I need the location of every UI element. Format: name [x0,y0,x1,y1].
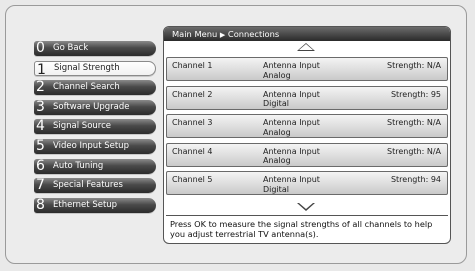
channel-strength: Strength: N/A [387,118,441,128]
breadcrumb-root: Main Menu [172,29,218,39]
channel-source: Antenna Input Digital [263,90,320,109]
channel-row[interactable]: Channel 2 Antenna Input Digital Strength… [166,85,448,110]
menu-item-signal-strength[interactable]: 1 Signal Strength [34,60,156,78]
channel-strength: Strength: 95 [390,89,441,99]
menu-item-auto-tuning[interactable]: 6 Auto Tuning [34,157,156,174]
channel-input: Antenna Input [263,146,320,156]
breadcrumb-current: Connections [227,29,280,39]
channel-type: Analog [263,70,291,80]
channel-name: Channel 4 [172,146,213,156]
channel-input: Antenna Input [263,118,320,128]
channel-row[interactable]: Channel 5 Antenna Input Digital Strength… [166,171,448,196]
menu-item-number: 4 [36,118,45,135]
channel-source: Antenna Input Analog [263,147,320,166]
menu-item-label: Video Input Setup [53,140,129,151]
channel-source: Antenna Input Digital [263,175,320,194]
menu-item-number: 7 [36,177,45,194]
channel-strength: Strength: N/A [387,146,441,156]
menu-item-number: 3 [36,98,45,115]
channel-type: Analog [263,156,291,166]
channel-input: Antenna Input [263,89,320,99]
scroll-up-icon[interactable] [297,43,315,51]
channel-list: Channel 1 Antenna Input Analog Strength:… [166,57,448,200]
tv-settings-screen: 0 Go Back 1 Signal Strength 2 Channel Se… [0,0,475,271]
channel-name: Channel 1 [172,61,213,70]
menu-item-video-input-setup[interactable]: 5 Video Input Setup [34,137,156,154]
channel-input: Antenna Input [263,175,320,185]
menu-item-number: 1 [37,61,46,78]
menu-item-label: Channel Search [53,82,120,93]
channel-source: Antenna Input Analog [263,118,320,137]
menu-item-number: 0 [36,40,45,56]
channel-strength: Strength: 94 [390,175,441,185]
menu-item-number: 2 [36,79,45,96]
channel-name: Channel 5 [172,175,213,185]
menu-item-number: 8 [36,196,45,213]
menu-item-label: Software Upgrade [53,101,130,112]
channel-strength: Strength: N/A [387,61,441,70]
breadcrumb: Main Menu ▶ Connections [164,27,450,41]
channel-source: Antenna Input Analog [263,61,320,80]
menu-item-label: Signal Source [53,121,112,132]
menu-item-signal-source[interactable]: 4 Signal Source [34,118,156,135]
menu-item-label: Ethernet Setup [53,199,118,210]
menu-item-ethernet-setup[interactable]: 8 Ethernet Setup [34,196,156,213]
channel-name: Channel 3 [172,118,213,128]
menu-item-label: Signal Strength [54,62,120,73]
menu-item-go-back[interactable]: 0 Go Back [34,40,156,56]
breadcrumb-separator-icon: ▶ [219,31,226,39]
menu-item-software-upgrade[interactable]: 3 Software Upgrade [34,98,156,115]
help-text: Press OK to measure the signal strengths… [166,215,448,241]
channel-type: Digital [263,99,289,109]
menu-item-number: 5 [36,137,45,154]
menu-item-label: Go Back [53,43,89,53]
menu-item-number: 6 [36,157,45,174]
menu-item-label: Special Features [53,180,123,191]
menu-item-channel-search[interactable]: 2 Channel Search [34,79,156,96]
channel-type: Digital [263,184,289,194]
channel-input: Antenna Input [263,61,320,70]
channel-row[interactable]: Channel 4 Antenna Input Analog Strength:… [166,142,448,167]
scroll-down-icon[interactable] [297,203,315,211]
menu-item-label: Auto Tuning [53,160,104,171]
channel-type: Analog [263,127,291,137]
channel-row[interactable]: Channel 1 Antenna Input Analog Strength:… [166,57,448,81]
settings-menu: 0 Go Back 1 Signal Strength 2 Channel Se… [34,40,156,217]
connections-panel: Main Menu ▶ Connections Channel 1 Antenn… [163,26,451,244]
channel-row[interactable]: Channel 3 Antenna Input Analog Strength:… [166,114,448,139]
channel-name: Channel 2 [172,89,213,99]
menu-item-special-features[interactable]: 7 Special Features [34,177,156,194]
